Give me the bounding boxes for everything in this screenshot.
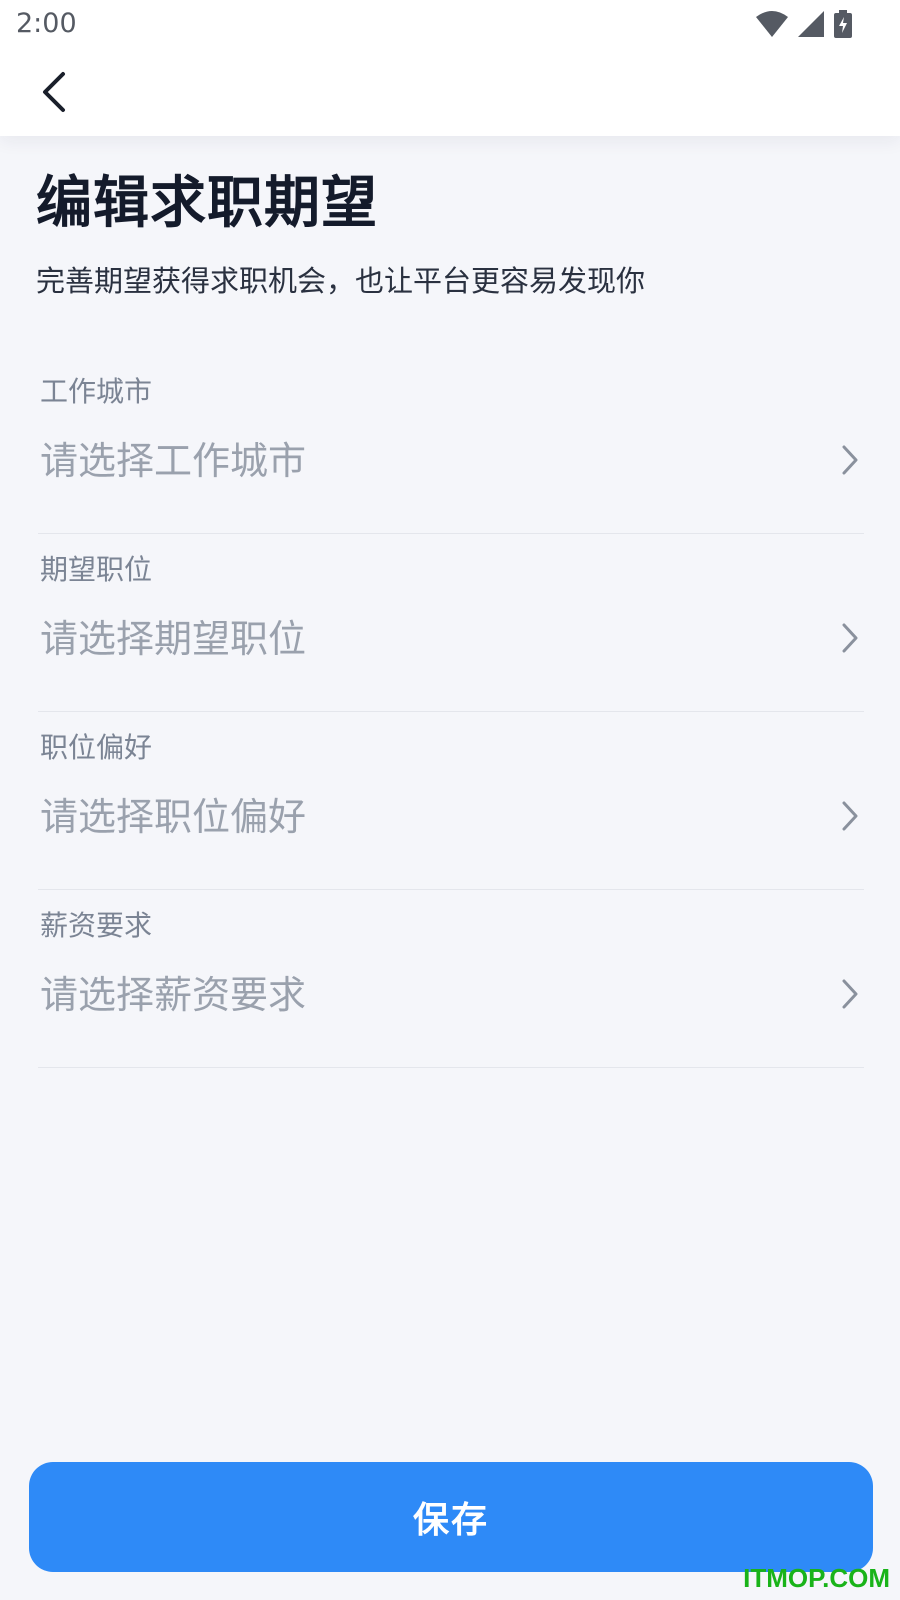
job-expectation-form: 工作城市 请选择工作城市 期望职位 请选择期望职位 职位偏好 请选择职位偏好 薪… — [38, 356, 864, 1068]
chevron-right-icon — [836, 976, 864, 1012]
status-time: 2:00 — [16, 8, 77, 39]
back-button[interactable] — [28, 66, 80, 118]
chevron-right-icon — [836, 620, 864, 656]
field-label: 薪资要求 — [40, 909, 153, 942]
field-label: 职位偏好 — [40, 731, 153, 764]
field-placeholder: 请选择工作城市 — [40, 439, 307, 483]
field-label: 工作城市 — [40, 375, 153, 408]
chevron-right-icon — [836, 442, 864, 478]
field-placeholder: 请选择职位偏好 — [40, 795, 307, 839]
save-button[interactable]: 保存 — [29, 1462, 873, 1572]
chevron-right-icon — [836, 798, 864, 834]
wifi-icon — [756, 11, 788, 37]
salary-requirement-selector[interactable]: 薪资要求 请选择薪资要求 — [38, 890, 864, 1068]
work-city-selector[interactable]: 工作城市 请选择工作城市 — [38, 356, 864, 534]
field-placeholder: 请选择薪资要求 — [40, 973, 307, 1017]
field-label: 期望职位 — [40, 553, 153, 586]
position-preference-selector[interactable]: 职位偏好 请选择职位偏好 — [38, 712, 864, 890]
edit-job-expectation-screen: 2:00 编辑求职期望 完善期望获得求职机会，也让平台更容易发现你 工作城市 请… — [0, 0, 900, 1600]
desired-position-selector[interactable]: 期望职位 请选择期望职位 — [38, 534, 864, 712]
page-title: 编辑求职期望 — [36, 171, 378, 236]
chevron-left-icon — [43, 72, 65, 112]
page-subtitle: 完善期望获得求职机会，也让平台更容易发现你 — [36, 264, 646, 298]
field-placeholder: 请选择期望职位 — [40, 617, 307, 661]
battery-charging-icon — [834, 10, 852, 38]
signal-icon — [798, 11, 824, 37]
status-icons — [756, 10, 852, 38]
watermark: ITMOP.COM — [743, 1563, 890, 1593]
top-bar: 2:00 — [0, 0, 900, 136]
